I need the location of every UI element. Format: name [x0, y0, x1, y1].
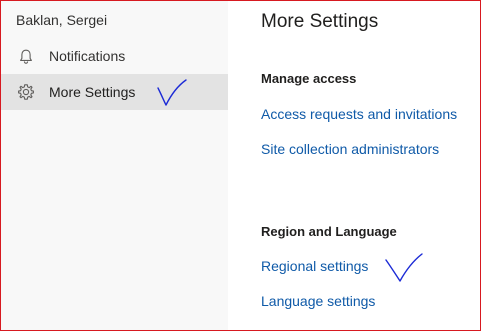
- page-title: More Settings: [261, 11, 379, 32]
- checkmark-annotation-icon: [385, 253, 423, 282]
- section-title-region-language: Region and Language: [261, 224, 397, 239]
- sidebar-item-label: More Settings: [49, 84, 136, 100]
- language-settings-link[interactable]: Language settings: [261, 293, 375, 309]
- site-collection-administrators-link[interactable]: Site collection administrators: [261, 141, 439, 157]
- bell-icon: [16, 46, 36, 66]
- sidebar: Baklan, Sergei Notifications More Settin…: [1, 1, 228, 330]
- sidebar-item-more-settings[interactable]: More Settings: [1, 74, 228, 110]
- regional-settings-link[interactable]: Regional settings: [261, 258, 368, 274]
- access-requests-link[interactable]: Access requests and invitations: [261, 106, 457, 122]
- section-title-manage-access: Manage access: [261, 71, 357, 86]
- sidebar-item-label: Notifications: [49, 48, 126, 64]
- settings-panel: Baklan, Sergei Notifications More Settin…: [0, 0, 481, 331]
- user-name: Baklan, Sergei: [16, 12, 108, 28]
- main-content: More Settings Manage access Access reque…: [228, 1, 480, 330]
- sidebar-item-notifications[interactable]: Notifications: [1, 38, 228, 74]
- gear-icon: [16, 82, 36, 102]
